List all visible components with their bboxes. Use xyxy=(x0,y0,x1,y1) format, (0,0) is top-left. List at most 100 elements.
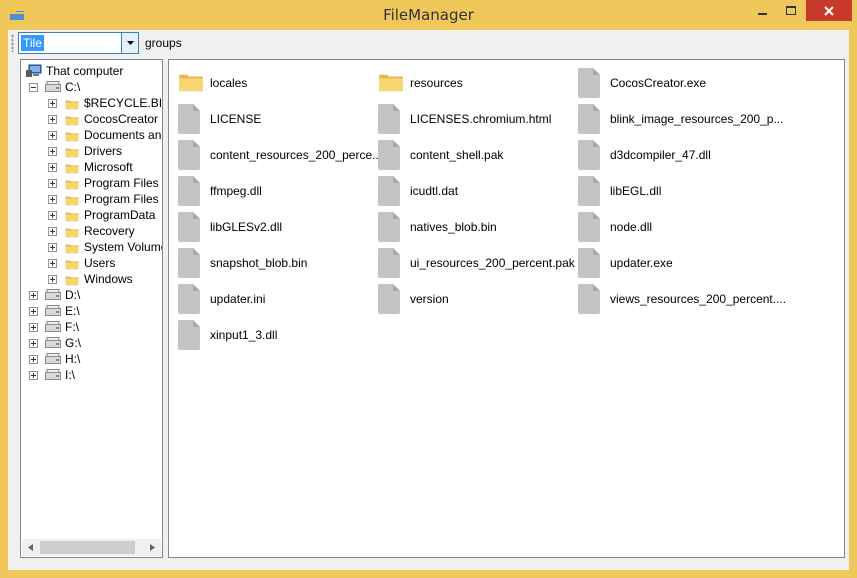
expand-toggle[interactable] xyxy=(48,131,57,140)
maximize-icon xyxy=(786,5,796,15)
folder-tile[interactable]: resources xyxy=(378,66,578,100)
file-icon xyxy=(178,104,206,134)
tree-item-label: I:\ xyxy=(65,368,76,382)
expand-toggle[interactable] xyxy=(29,307,38,316)
expand-toggle[interactable] xyxy=(48,211,57,220)
file-icon xyxy=(578,176,606,206)
file-tile[interactable]: views_resources_200_percent.... xyxy=(578,282,786,316)
tree-item-folder[interactable]: Drivers xyxy=(21,143,161,159)
folder-icon xyxy=(65,258,79,270)
toolbar-grip[interactable] xyxy=(11,34,14,52)
expand-toggle[interactable] xyxy=(48,227,57,236)
tree-item-label: C:\ xyxy=(65,80,81,94)
file-tile[interactable]: content_shell.pak xyxy=(378,138,578,172)
tree-item-computer[interactable]: That computer xyxy=(21,63,161,79)
expand-toggle[interactable] xyxy=(48,275,57,284)
scroll-left-button[interactable] xyxy=(22,539,39,556)
tree-item-drive[interactable]: F:\ xyxy=(21,319,161,335)
expand-toggle[interactable] xyxy=(48,179,57,188)
file-tile[interactable]: content_resources_200_perce... xyxy=(178,138,382,172)
expand-toggle[interactable] xyxy=(48,115,57,124)
file-tile[interactable]: version xyxy=(378,282,578,316)
file-name: libGLESv2.dll xyxy=(210,220,283,234)
file-tile[interactable]: ui_resources_200_percent.pak xyxy=(378,246,578,280)
expand-toggle[interactable] xyxy=(48,259,57,268)
expand-toggle[interactable] xyxy=(29,323,38,332)
tree-item-folder[interactable]: Windows xyxy=(21,271,161,287)
tree-item-folder[interactable]: Users xyxy=(21,255,161,271)
minimize-icon xyxy=(758,12,767,15)
tree-item-drive[interactable]: H:\ xyxy=(21,351,161,367)
file-tile[interactable]: CocosCreator.exe xyxy=(578,66,778,100)
combobox-dropdown-button[interactable] xyxy=(121,33,138,53)
file-tile[interactable]: updater.ini xyxy=(178,282,378,316)
folder-icon xyxy=(65,194,79,206)
file-tile[interactable]: libEGL.dll xyxy=(578,174,778,208)
tree-item-drive[interactable]: E:\ xyxy=(21,303,161,319)
tree-item-folder[interactable]: Program Files (xl xyxy=(21,191,162,207)
tree-item-folder[interactable]: Documents and xyxy=(21,127,162,143)
file-tile[interactable]: node.dll xyxy=(578,210,778,244)
file-icon xyxy=(378,212,406,242)
tree-item-folder[interactable]: $RECYCLE.BIN xyxy=(21,95,162,111)
tree-item-folder[interactable]: Microsoft xyxy=(21,159,161,175)
file-tile[interactable]: updater.exe xyxy=(578,246,778,280)
view-mode-combobox[interactable]: Tile xyxy=(18,32,139,54)
file-name: natives_blob.bin xyxy=(410,220,497,234)
minimize-button[interactable] xyxy=(749,0,777,21)
tree-item-label: Microsoft xyxy=(84,160,133,174)
tree-item-label: Drivers xyxy=(84,144,122,158)
drive-icon xyxy=(45,337,61,349)
tree-item-folder[interactable]: Program Files xyxy=(21,175,161,191)
folder-icon xyxy=(178,72,206,102)
tree-item-label: ProgramData xyxy=(84,208,156,222)
tree-item-drive[interactable]: G:\ xyxy=(21,335,161,351)
file-tile[interactable]: icudtl.dat xyxy=(378,174,578,208)
file-icon xyxy=(378,140,406,170)
expand-toggle[interactable] xyxy=(48,195,57,204)
title-bar[interactable]: FileManager xyxy=(0,0,857,30)
tree-item-folder[interactable]: CocosCreator xyxy=(21,111,161,127)
folder-tile[interactable]: locales xyxy=(178,66,378,100)
maximize-button[interactable] xyxy=(777,0,805,21)
expand-toggle[interactable] xyxy=(29,371,38,380)
expand-toggle[interactable] xyxy=(48,163,57,172)
scroll-right-button[interactable] xyxy=(144,539,161,556)
expand-toggle[interactable] xyxy=(29,339,38,348)
tree-item-label: That computer xyxy=(46,64,124,78)
file-icon xyxy=(178,320,206,350)
expand-toggle[interactable] xyxy=(48,243,57,252)
groups-button[interactable]: groups xyxy=(145,36,182,50)
file-tile[interactable]: ffmpeg.dll xyxy=(178,174,378,208)
expand-toggle[interactable] xyxy=(29,355,38,364)
file-tile[interactable]: LICENSE xyxy=(178,102,378,136)
file-tile[interactable]: LICENSES.chromium.html xyxy=(378,102,578,136)
file-name: icudtl.dat xyxy=(410,184,459,198)
file-tile[interactable]: d3dcompiler_47.dll xyxy=(578,138,778,172)
folder-tree[interactable]: That computer C:\ $RECYCLE.BIN CocosCreator… xyxy=(20,59,163,558)
scrollbar-thumb[interactable] xyxy=(40,541,135,554)
scroll-left-icon xyxy=(28,544,33,551)
expand-toggle[interactable] xyxy=(48,147,57,156)
folder-icon xyxy=(65,162,79,174)
file-tile[interactable]: libGLESv2.dll xyxy=(178,210,378,244)
expand-toggle[interactable] xyxy=(29,291,38,300)
file-list-view[interactable]: locales resources CocosCreator.exe LICENSE L… xyxy=(168,59,845,558)
tree-item-label: Program Files xyxy=(84,176,159,190)
tree-item-drive[interactable]: C:\ xyxy=(21,79,161,95)
collapse-toggle[interactable] xyxy=(29,83,38,92)
file-tile[interactable]: xinput1_3.dll xyxy=(178,318,378,352)
tree-item-folder[interactable]: Recovery xyxy=(21,223,161,239)
tree-item-folder[interactable]: ProgramData xyxy=(21,207,161,223)
tree-item-drive[interactable]: I:\ xyxy=(21,367,161,383)
file-tile[interactable]: blink_image_resources_200_p... xyxy=(578,102,783,136)
expand-toggle[interactable] xyxy=(48,99,57,108)
tree-item-label: Program Files (xl xyxy=(84,192,162,206)
tree-item-folder[interactable]: System Volume I xyxy=(21,239,162,255)
close-button[interactable] xyxy=(806,0,852,21)
tree-horizontal-scrollbar[interactable] xyxy=(22,539,161,556)
tree-item-drive[interactable]: D:\ xyxy=(21,287,161,303)
file-tile[interactable]: natives_blob.bin xyxy=(378,210,578,244)
client-area: Tile groups That computer C:\ $RECYCLE.BIN… xyxy=(8,30,849,570)
file-tile[interactable]: snapshot_blob.bin xyxy=(178,246,378,280)
